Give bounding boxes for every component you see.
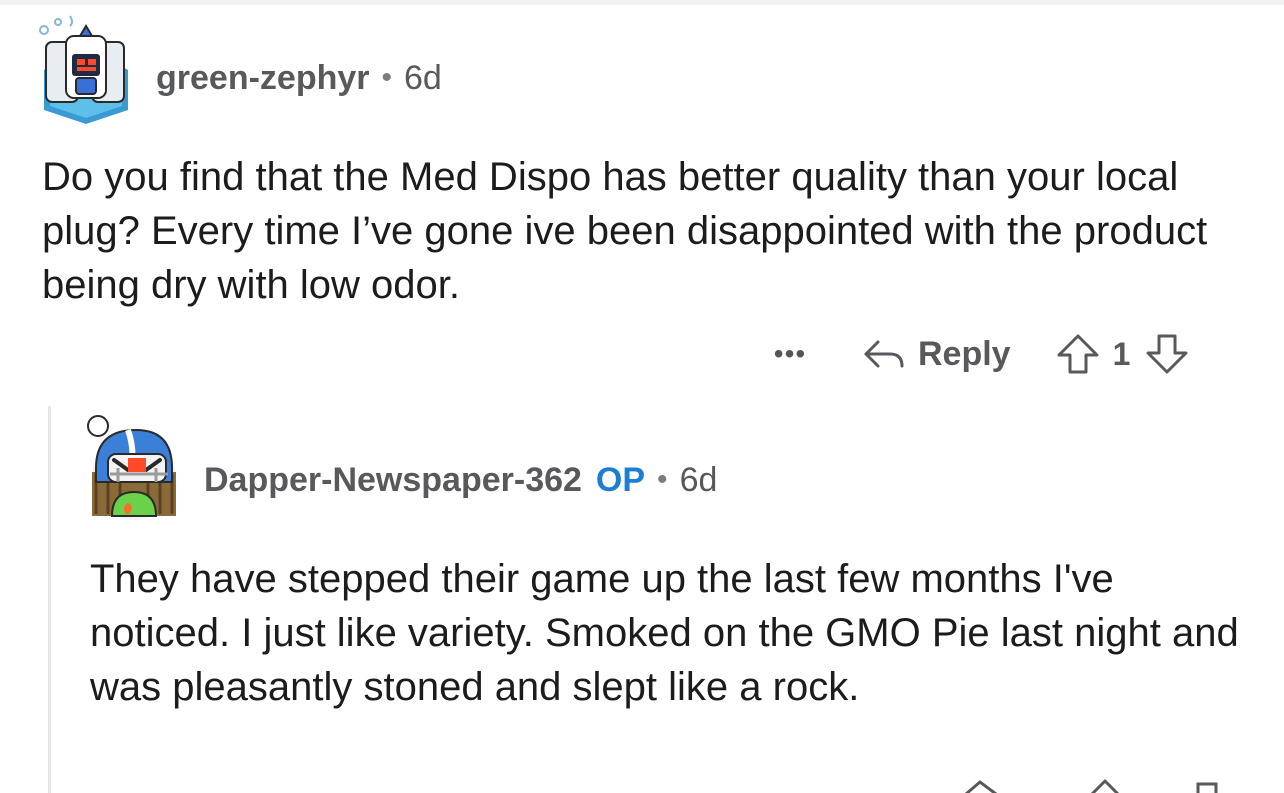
comment-body: They have stepped their game up the last… [90, 557, 1239, 709]
helmet-avatar-icon [87, 415, 176, 520]
comment-header: green-zephyr • 6d [156, 56, 442, 100]
upvote-arrow-icon[interactable] [1055, 333, 1101, 375]
username[interactable]: Dapper-Newspaper-362 [204, 461, 582, 500]
robot-avatar-icon [39, 15, 128, 124]
comment-header: Dapper-Newspaper-362 OP • 6d [204, 458, 717, 502]
more-options-button[interactable]: ••• [760, 334, 820, 374]
comment-thread: green-zephyr • 6d Do you find that the M… [0, 0, 1284, 793]
vote-controls: 1 [1055, 333, 1191, 375]
reply-label: Reply [918, 334, 1011, 373]
vote-count: 1 [1112, 335, 1131, 372]
comment-body: Do you find that the Med Dispo has bette… [42, 155, 1208, 307]
thread-collapse-line[interactable] [48, 406, 51, 793]
comment-age: 6d [679, 460, 718, 499]
top-divider [0, 0, 1284, 5]
username[interactable]: green-zephyr [156, 59, 370, 98]
comment-actions-cutoff [960, 772, 1240, 793]
reply-arrow-icon [864, 340, 904, 368]
separator-dot: • [381, 61, 393, 94]
avatar-green-zephyr[interactable] [36, 12, 136, 130]
cutoff-action-icons [964, 779, 1218, 793]
comment-age: 6d [404, 58, 442, 97]
downvote-arrow-icon[interactable] [1144, 333, 1190, 375]
op-badge: OP [595, 460, 646, 499]
reply-button[interactable]: Reply [862, 335, 1011, 374]
separator-dot: • [657, 463, 668, 496]
avatar-dapper-newspaper-362[interactable] [84, 412, 184, 530]
comment-actions: ••• Reply 1 [760, 328, 1190, 380]
